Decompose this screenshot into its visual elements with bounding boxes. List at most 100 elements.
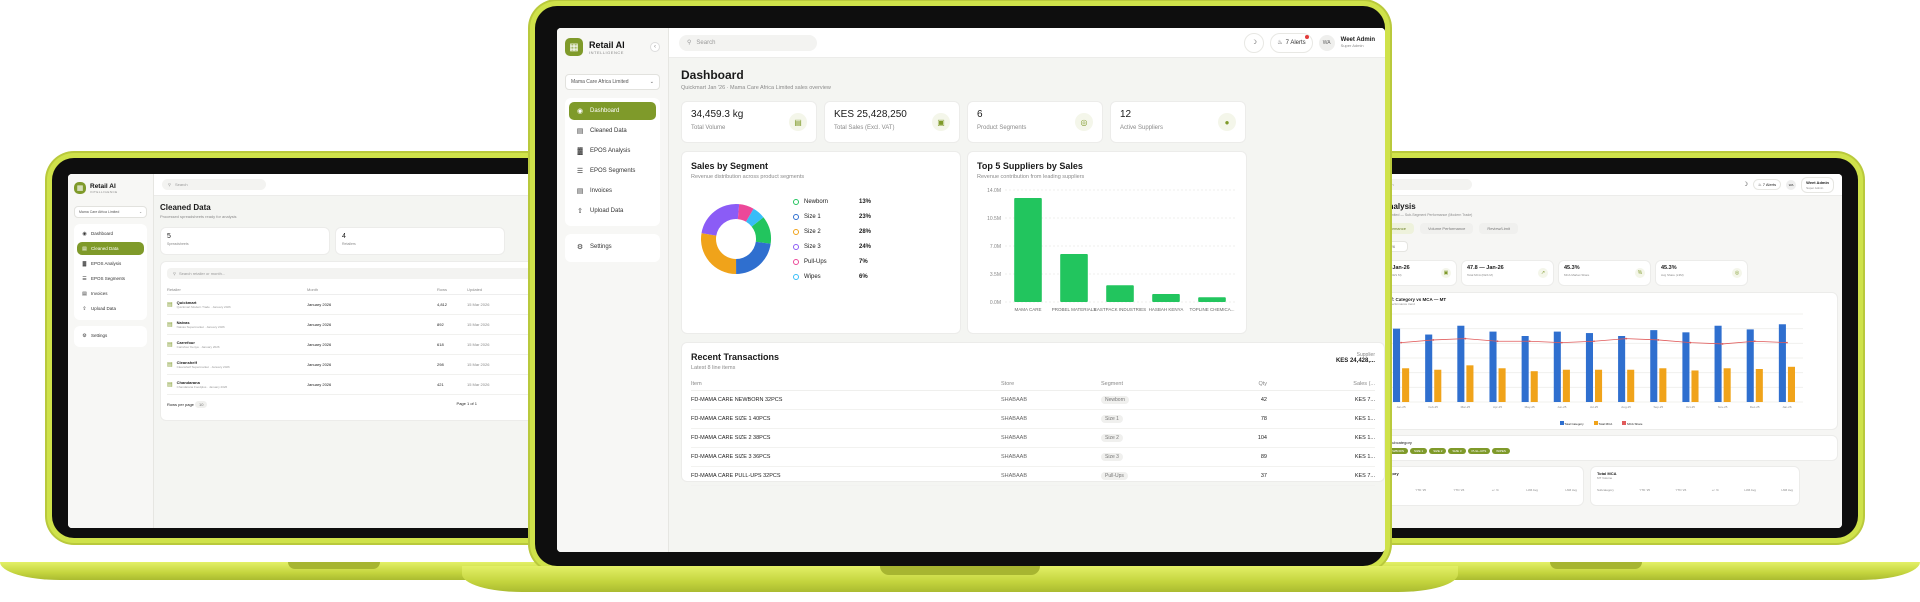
subcategory-chip[interactable]: PULL-UPS (1467, 448, 1491, 454)
donut-slice-size 1 (736, 241, 771, 274)
y-tick-label: 10.5M (987, 216, 1001, 222)
organization-select[interactable]: Mama Care Africa Limited ⌄ (74, 206, 147, 218)
organization-name: Mama Care Africa Limited (571, 79, 629, 85)
legend-label: MCA Share (1627, 422, 1643, 426)
kpi-card-total-sales: KES 25,428,250 Total Sales (Excl. VAT) ▣ (824, 101, 960, 143)
legend-label: Total Category (1564, 422, 1584, 426)
point-mca-share (1464, 337, 1467, 340)
nav-item-upload-data[interactable]: ⇧ Upload Data (569, 202, 656, 220)
qty-cell: 78 (1260, 416, 1267, 422)
sales-by-segment-card: Sales by Segment Revenue distribution ac… (681, 151, 961, 334)
column-header: L6M Avg (1565, 488, 1577, 492)
alerts-button[interactable]: ♨ 7 Alerts (1753, 179, 1782, 190)
table-row[interactable]: FD-MAMA CARE SIZE 3 36PCS SHABAAB Size 3 89… (691, 448, 1375, 467)
legend-value: 28% (859, 228, 872, 235)
legend-value: 23% (859, 213, 872, 220)
retailer-cell: ▤ Naivas Naivas Supermarket · January 2026 (167, 320, 307, 329)
nav-label: Cleaned Data (91, 246, 119, 251)
subcategory-chip[interactable]: WIPES (1492, 448, 1510, 454)
nav-label: Dashboard (91, 231, 114, 236)
retailer-text: Chandarana Chandarana Foodplus · January … (177, 380, 228, 389)
segment-badge: Size 3 (1101, 453, 1123, 461)
table-row[interactable]: FD-MAMA CARE SIZE 2 38PCS SHABAAB Size 2 10… (691, 429, 1375, 448)
file-icon: ▤ (576, 188, 584, 195)
kpi-row: 34,459.3 kg Total Volume ▤ KES 25,428,25… (681, 101, 1385, 143)
database-icon: ▤ (82, 245, 87, 252)
nav-item-upload-data[interactable]: ⇧ Upload Data (77, 302, 144, 315)
store-cell: SHABAAB (1001, 435, 1027, 441)
x-tick-label: MAMA CARE (1014, 307, 1041, 312)
column-header: Item (691, 380, 702, 387)
bar-total-mca (1659, 368, 1667, 402)
segment-badge: Size 2 (1101, 434, 1123, 442)
nav-item-dashboard[interactable]: ◉ Dashboard (77, 227, 144, 240)
segment-cell: Pull-Ups (1101, 472, 1243, 480)
theme-toggle-button[interactable]: ☽ (1244, 32, 1265, 53)
user-menu[interactable]: Weet Admin Super Admin (1801, 176, 1834, 193)
bar-total-mca (1498, 368, 1506, 402)
bar-total-category (1585, 333, 1593, 402)
search-placeholder: Search (174, 182, 188, 187)
organization-name: Mama Care Africa Limited (79, 210, 120, 214)
left-laptop-notch (288, 562, 380, 569)
segment-legend: Newborn 13% Size 1 23% Size 2 28% Size 3 24% Pul… (793, 194, 871, 284)
column-header: Retailer (167, 287, 181, 292)
retailer-text: Carrefour Carrefour Kenya · January 2026 (177, 340, 220, 349)
tab-review-limit[interactable]: Review/Limit (1479, 223, 1518, 234)
nav-item-epos-analysis[interactable]: ▓ EPOS Analysis (569, 142, 656, 160)
user-menu[interactable]: Weet Admin Super Admin (1341, 37, 1375, 48)
nav-item-invoices[interactable]: ▤ Invoices (569, 182, 656, 200)
point-mca-share (1560, 341, 1563, 344)
x-tick-label: Jan-26 (1782, 405, 1792, 409)
supplier-bar (1198, 297, 1226, 302)
item-cell: FD-MAMA CARE SIZE 3 36PCS (691, 454, 771, 460)
nav-label: Cleaned Data (590, 128, 627, 134)
retailer-cell: ▤ Chandarana Chandarana Foodplus · January… (167, 380, 307, 389)
rows-per-page-label: Rows per page (167, 402, 194, 407)
point-mca-share (1786, 341, 1788, 344)
panel-title: Sales by Segment (691, 161, 769, 171)
segment-badge: Pull-Ups (1101, 472, 1128, 480)
nav-item-epos-segments[interactable]: ☰ EPOS Segments (77, 272, 144, 285)
collapse-sidebar-button[interactable]: ‹ (650, 42, 660, 52)
legend-value: 13% (859, 198, 872, 205)
rows-per-page-select[interactable]: 10 (195, 401, 208, 408)
legend-name: Size 3 (804, 243, 821, 250)
nav-item-cleaned-data[interactable]: ▤ Cleaned Data (77, 242, 144, 255)
table-row[interactable]: FD-MAMA CARE NEWBORN 32PCS SHABAAB Newborn… (691, 391, 1375, 410)
legend-swatch (793, 243, 799, 250)
panel-subtitle: Revenue distribution across product segm… (691, 174, 805, 180)
bar-total-mca (1595, 369, 1603, 402)
table-row[interactable]: FD-MAMA CARE SIZE 1 40PCS SHABAAB Size 1 78… (691, 410, 1375, 429)
alerts-button[interactable]: ♨ 7 Alerts (1270, 32, 1313, 53)
kpi-card: 45.3% MCA Market Share% (1558, 260, 1651, 286)
nav-item-cleaned-data[interactable]: ▤ Cleaned Data (569, 122, 656, 140)
table-row[interactable]: FD-MAMA CARE PULL-UPS 32PCS SHABAAB Pull-U… (691, 467, 1375, 486)
avatar[interactable]: WA (1318, 34, 1335, 51)
retailer-cell: ▤ Carrefour Carrefour Kenya · January 2026 (167, 340, 307, 349)
brand-tagline: INTELLIGENCE (90, 189, 118, 194)
nav-item-settings[interactable]: ⚙ Settings (77, 329, 144, 342)
search-input[interactable]: ⚲Search (679, 34, 817, 51)
brand-tagline: INTELLIGENCE (589, 49, 624, 55)
nav-item-epos-segments[interactable]: ☰ EPOS Segments (569, 162, 656, 180)
kpi-value: 47.8 — Jan-26 (1467, 265, 1504, 271)
bar-total-category (1650, 330, 1658, 402)
search-input[interactable]: ⚲Search (162, 179, 266, 190)
moon-icon[interactable]: ☽ (1743, 181, 1748, 188)
database-icon: ▤ (576, 128, 584, 135)
legend-swatch (793, 213, 799, 220)
brand-logo: ▦ Retail AI INTELLIGENCE (74, 182, 147, 194)
nav-label: Upload Data (590, 208, 624, 214)
supplier-bar (1106, 285, 1134, 302)
avatar[interactable]: WA (1786, 179, 1797, 190)
chevron-down-icon: ⌄ (649, 79, 654, 85)
organization-select[interactable]: Mama Care Africa Limited ⌄ (565, 74, 660, 90)
x-tick-label: Dec-25 (1750, 405, 1760, 409)
nav-item-dashboard[interactable]: ◉ Dashboard (569, 102, 656, 120)
y-tick-label: 3.5M (990, 272, 1001, 278)
nav-item-epos-analysis[interactable]: ▓ EPOS Analysis (77, 257, 144, 270)
nav-item-settings[interactable]: ⚙ Settings (569, 238, 656, 256)
kpi-card-product-segments: 6 Product Segments ◎ (967, 101, 1103, 143)
nav-item-invoices[interactable]: ▤ Invoices (77, 287, 144, 300)
